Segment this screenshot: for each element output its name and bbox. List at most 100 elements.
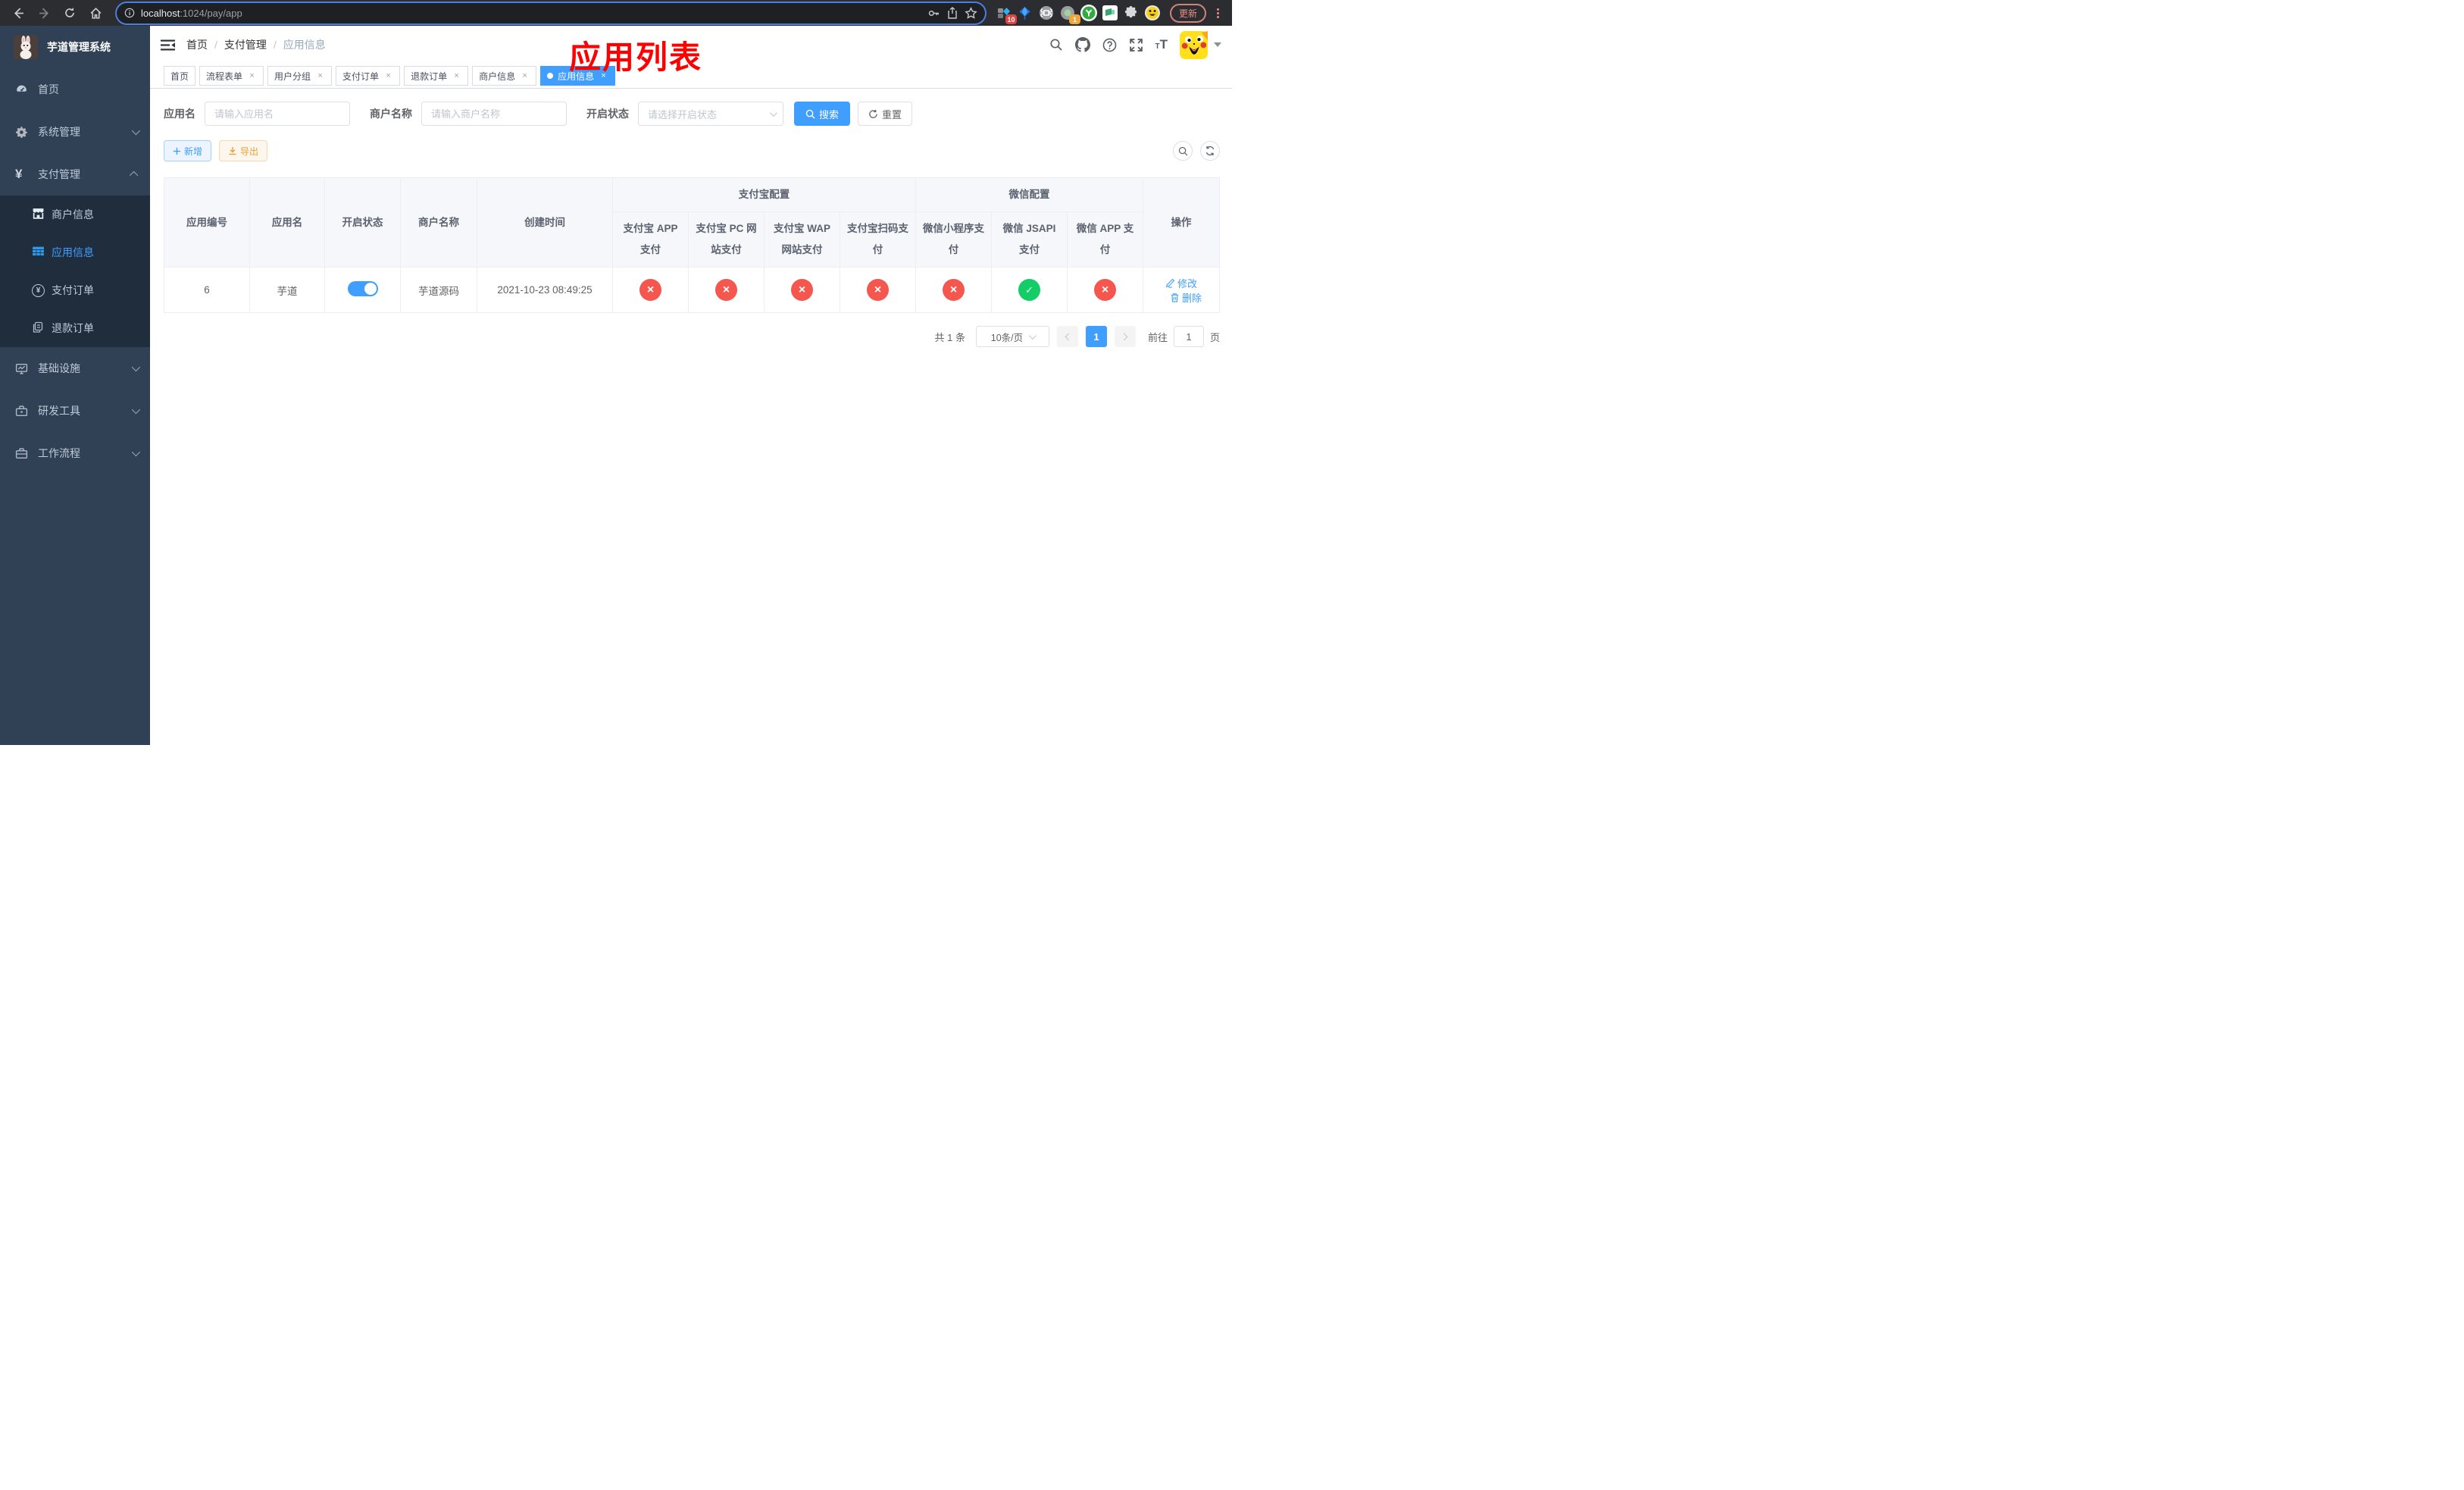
sidebar-item-merchant-info[interactable]: 商户信息 — [0, 196, 150, 233]
info-icon[interactable] — [124, 8, 135, 18]
sidebar-logo[interactable]: 芋道管理系统 — [0, 26, 150, 68]
tab-home[interactable]: 首页 — [164, 66, 196, 86]
merchant-name-label: 商户名称 — [370, 108, 412, 120]
cell-alipay-pc — [688, 267, 765, 313]
help-icon[interactable] — [1102, 38, 1117, 52]
tab-process-form[interactable]: 流程表单 — [199, 66, 264, 86]
page-number-1[interactable]: 1 — [1085, 326, 1107, 347]
cell-wx-lite — [915, 267, 992, 313]
cell-wx-app — [1066, 267, 1144, 313]
search-icon[interactable] — [1049, 38, 1063, 52]
tab-merchant-info[interactable]: 商户信息 — [472, 66, 537, 86]
document-copy-icon — [32, 321, 52, 336]
extension-y-icon[interactable] — [1080, 5, 1097, 21]
page-content: 应用名 商户名称 开启状态 请选择开启状态 搜索 重置 — [150, 89, 1232, 745]
sidebar-item-payment[interactable]: 支付管理 — [0, 153, 150, 196]
table-tools — [1173, 141, 1220, 161]
close-icon[interactable] — [452, 71, 461, 81]
tab-pay-orders[interactable]: 支付订单 — [336, 66, 401, 86]
grid-table-icon — [32, 245, 52, 260]
chevron-left-icon — [1065, 333, 1073, 340]
goto-label: 前往 — [1147, 331, 1168, 343]
browser-update-button[interactable]: 更新 — [1169, 3, 1206, 23]
col-wx-jsapi: 微信 JSAPI 支付 — [991, 211, 1068, 268]
close-icon[interactable] — [383, 71, 393, 81]
add-button[interactable]: 新增 — [164, 140, 212, 161]
sidebar-item-dev-tools[interactable]: 研发工具 — [0, 390, 150, 432]
prev-page-button[interactable] — [1056, 326, 1078, 347]
merchant-name-input[interactable] — [421, 102, 567, 126]
cell-created: 2021-10-23 08:49:25 — [477, 267, 613, 313]
extension-blocks-icon[interactable]: 10 — [996, 5, 1017, 24]
cell-alipay-qr — [840, 267, 916, 313]
sidebar-item-pay-orders[interactable]: 支付订单 — [0, 271, 150, 309]
close-icon[interactable] — [315, 71, 325, 81]
col-alipay-pc: 支付宝 PC 网站支付 — [688, 211, 765, 268]
page-unit-label: 页 — [1209, 331, 1220, 343]
close-icon[interactable] — [520, 71, 530, 81]
browser-home-button[interactable] — [85, 2, 106, 23]
status-select[interactable]: 请选择开启状态 — [638, 102, 783, 126]
browser-menu-icon[interactable] — [1212, 8, 1223, 18]
next-page-button[interactable] — [1114, 326, 1136, 347]
share-icon[interactable] — [946, 7, 958, 19]
tab-user-group[interactable]: 用户分组 — [267, 66, 333, 86]
status-cross-icon — [639, 279, 661, 301]
extension-kite-icon[interactable] — [1017, 5, 1033, 21]
sidebar-item-system[interactable]: 系统管理 — [0, 111, 150, 153]
browser-forward-button[interactable] — [33, 2, 55, 23]
delete-link[interactable]: 删除 — [1170, 290, 1202, 305]
extension-badge: 10 — [1005, 14, 1017, 24]
sidebar-item-app-info[interactable]: 应用信息 — [0, 233, 150, 271]
bookmark-star-icon[interactable] — [965, 6, 977, 20]
sidebar-collapse-icon[interactable] — [161, 39, 176, 52]
briefcase-icon — [15, 447, 33, 460]
col-alipay-wap: 支付宝 WAP 网站支付 — [764, 211, 840, 268]
breadcrumb-home[interactable]: 首页 — [186, 37, 208, 52]
password-key-icon[interactable] — [927, 7, 940, 20]
close-icon[interactable] — [247, 71, 257, 81]
status-label: 开启状态 — [586, 108, 629, 120]
reset-button[interactable]: 重置 — [858, 102, 913, 126]
pagination-total: 共 1 条 — [934, 331, 965, 343]
fullscreen-icon[interactable] — [1129, 38, 1143, 52]
search-button[interactable]: 搜索 — [794, 102, 851, 126]
browser-back-button[interactable] — [8, 2, 29, 23]
sidebar-item-infrastructure[interactable]: 基础设施 — [0, 347, 150, 390]
page-size-select[interactable]: 10条/页 — [975, 326, 1049, 347]
sidebar-item-home[interactable]: 首页 — [0, 68, 150, 111]
url-bar[interactable]: localhost:1024/pay/app — [117, 2, 985, 23]
breadcrumb-payment[interactable]: 支付管理 — [224, 37, 267, 52]
pagination: 共 1 条 10条/页 1 前往 页 — [164, 326, 1220, 347]
goto-page-input[interactable] — [1173, 326, 1204, 347]
url-text[interactable]: localhost:1024/pay/app — [141, 8, 921, 19]
table-row: 6 芋道 芋道源码 2021-10-23 08:49:25 × × × × × … — [164, 267, 1221, 313]
extensions-puzzle-icon[interactable] — [1123, 5, 1140, 21]
col-wx-app: 微信 APP 支付 — [1066, 211, 1144, 268]
chevron-down-icon — [131, 362, 141, 372]
sidebar-item-workflow[interactable]: 工作流程 — [0, 432, 150, 474]
sidebar-item-label: 应用信息 — [52, 246, 94, 258]
coin-yen-icon — [32, 283, 52, 297]
github-icon[interactable] — [1074, 37, 1090, 52]
user-avatar-menu[interactable] — [1180, 30, 1221, 59]
refresh-table-button[interactable] — [1200, 141, 1220, 161]
back-arrow-icon — [14, 7, 23, 19]
apps-table: 应用编号 应用名 开启状态 商户名称 创建时间 支付宝配置 微信配置 操作 支付… — [164, 177, 1221, 313]
edit-link[interactable]: 修改 — [1165, 276, 1197, 290]
col-wx-lite: 微信小程序支付 — [915, 211, 992, 268]
font-size-icon[interactable] — [1155, 37, 1168, 52]
toggle-search-button[interactable] — [1173, 141, 1193, 161]
extension-command-icon[interactable] — [1038, 5, 1055, 21]
export-button[interactable]: 导出 — [219, 140, 268, 161]
extension-camera-icon[interactable]: 1 — [1059, 5, 1080, 24]
status-toggle[interactable] — [347, 281, 378, 296]
user-avatar[interactable] — [1180, 30, 1208, 59]
app-name-input[interactable] — [205, 102, 350, 126]
extension-chat-icon[interactable] — [1102, 5, 1118, 21]
sidebar-item-refund-orders[interactable]: 退款订单 — [0, 309, 150, 347]
avatar-caret-icon[interactable] — [1214, 42, 1221, 47]
tab-refund-orders[interactable]: 退款订单 — [404, 66, 469, 86]
profile-emoji-avatar[interactable] — [1144, 5, 1161, 21]
browser-reload-button[interactable] — [59, 2, 80, 23]
